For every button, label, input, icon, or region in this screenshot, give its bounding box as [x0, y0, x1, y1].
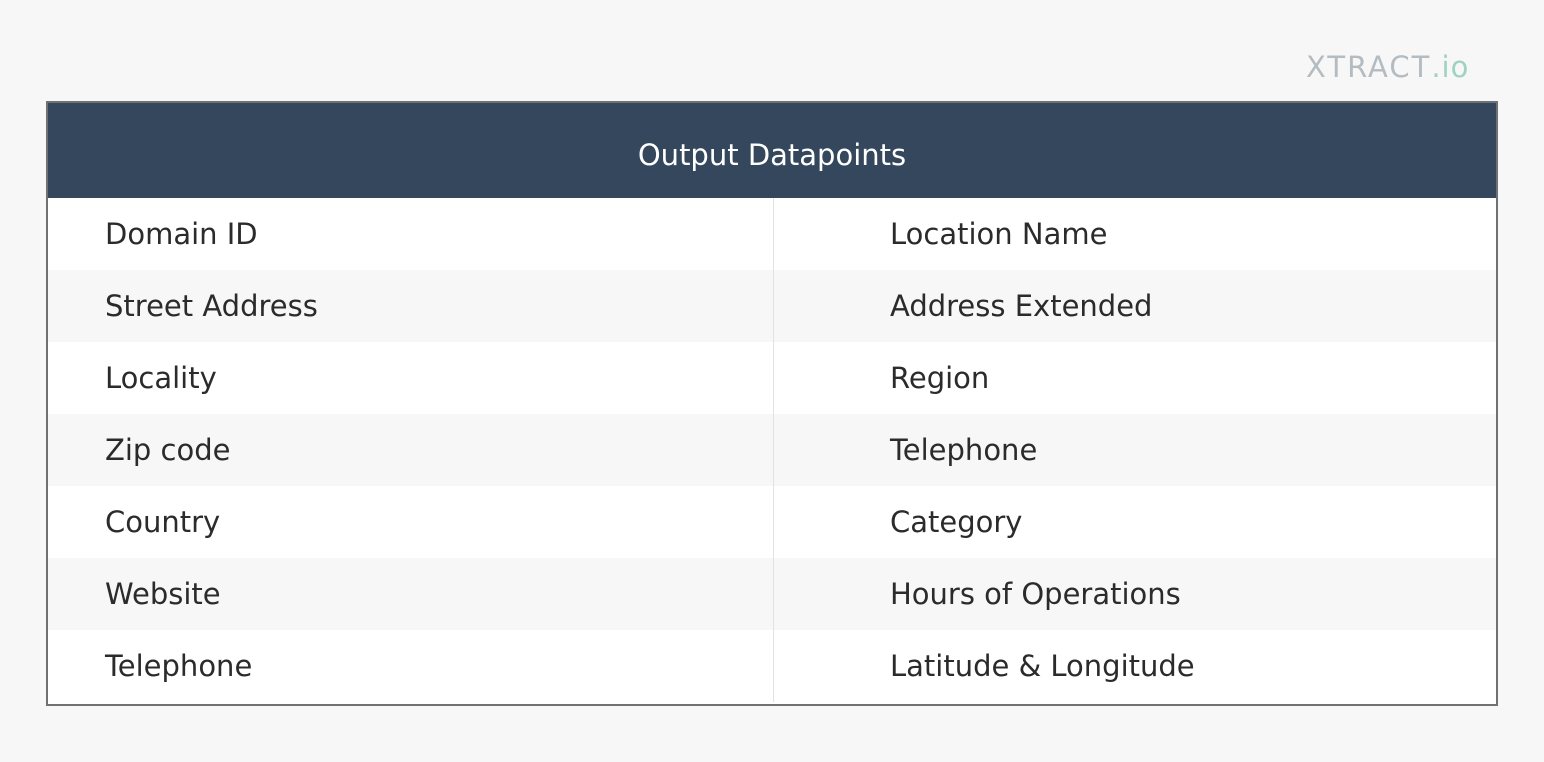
table-row: Country Category — [48, 486, 1496, 558]
table-body: Domain ID Location Name Street Address A… — [48, 198, 1496, 702]
table-cell-left: Country — [105, 505, 221, 539]
column-divider — [773, 198, 774, 702]
table-row: Locality Region — [48, 342, 1496, 414]
table-cell-right: Region — [890, 361, 990, 395]
table-cell-right: Hours of Operations — [890, 577, 1181, 611]
table-cell-left: Telephone — [105, 649, 253, 683]
table-cell-left: Website — [105, 577, 221, 611]
logo-suffix-text: .io — [1431, 50, 1470, 84]
datapoints-table: Output Datapoints Domain ID Location Nam… — [46, 101, 1498, 706]
table-row: Zip code Telephone — [48, 414, 1496, 486]
table-cell-right: Telephone — [890, 433, 1038, 467]
table-cell-left: Domain ID — [105, 217, 258, 251]
logo-main-text: XTRACT — [1306, 50, 1432, 84]
table-cell-right: Location Name — [890, 217, 1108, 251]
table-cell-right: Latitude & Longitude — [890, 649, 1195, 683]
table-cell-right: Address Extended — [890, 289, 1153, 323]
page: XTRACT.io Output Datapoints Domain ID Lo… — [0, 0, 1544, 762]
table-title: Output Datapoints — [637, 137, 907, 172]
table-row: Telephone Latitude & Longitude — [48, 630, 1496, 702]
table-cell-right: Category — [890, 505, 1023, 539]
table-row: Website Hours of Operations — [48, 558, 1496, 630]
xtract-logo: XTRACT.io — [1306, 50, 1469, 84]
table-header: Output Datapoints — [48, 103, 1496, 198]
table-cell-left: Zip code — [105, 433, 231, 467]
table-row: Domain ID Location Name — [48, 198, 1496, 270]
table-row: Street Address Address Extended — [48, 270, 1496, 342]
table-cell-left: Locality — [105, 361, 217, 395]
table-cell-left: Street Address — [105, 289, 318, 323]
